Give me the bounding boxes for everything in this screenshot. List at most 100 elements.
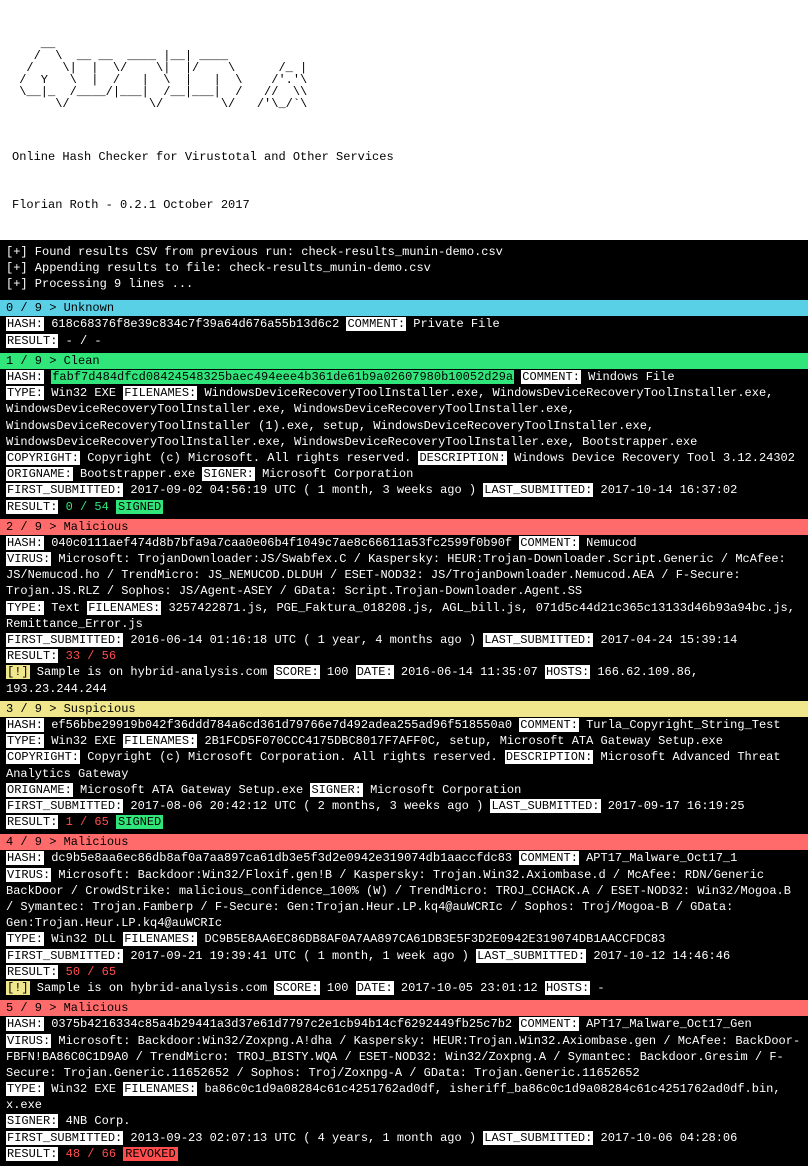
comment-value: Windows File <box>588 370 674 384</box>
run-line: [+] Appending results to file: check-res… <box>6 260 802 276</box>
field-label: SCORE: <box>274 981 319 995</box>
entry-header: 1 / 9 > Clean <box>0 353 808 369</box>
revoked-tag: REVOKED <box>123 1147 177 1161</box>
run-line: [+] Processing 9 lines ... <box>6 276 802 292</box>
last-submitted-value: 2017-10-06 04:28:06 <box>601 1131 738 1145</box>
copyright-value: Copyright (c) Microsoft Corporation. All… <box>87 750 497 764</box>
field-label: ORIGNAME: <box>6 467 73 481</box>
banner-subtitle: Online Hash Checker for Virustotal and O… <box>12 149 796 165</box>
first-submitted-value: 2016-06-14 01:16:18 UTC ( 1 year, 4 mont… <box>130 633 476 647</box>
field-label: LAST_SUBMITTED: <box>483 483 593 497</box>
field-label: FILENAMES: <box>123 386 197 400</box>
result-value: 48 / 66 <box>66 1147 116 1161</box>
banner: __ / \ __ __ ____ |__| ____ / \| | \/ \|… <box>0 0 808 240</box>
virus-value: Microsoft: TrojanDownloader:JS/Swabfex.C… <box>6 552 793 598</box>
entry-header: 3 / 9 > Suspicious <box>0 701 808 717</box>
signer-value: Microsoft Corporation <box>262 467 413 481</box>
entry-block: HASH: dc9b5e8aa6ec86db8af0a7aa897ca61db3… <box>0 850 808 1000</box>
field-label: HASH: <box>6 317 44 331</box>
hash-value: dc9b5e8aa6ec86db8af0a7aa897ca61db3e5f3d2… <box>51 851 512 865</box>
date-value: 2017-10-05 23:01:12 <box>401 981 538 995</box>
field-label: FIRST_SUBMITTED: <box>6 949 123 963</box>
field-label: FIRST_SUBMITTED: <box>6 799 123 813</box>
run-lines: [+] Found results CSV from previous run:… <box>0 240 808 301</box>
field-label: HASH: <box>6 536 44 550</box>
virus-value: Microsoft: Backdoor:Win32/Zoxpng.A!dha /… <box>6 1034 800 1080</box>
result-value: 1 / 65 <box>66 815 109 829</box>
entry-header: 0 / 9 > Unknown <box>0 300 808 316</box>
hash-value: 0375b4216334c85a4b29441a3d37e61d7797c2e1… <box>51 1017 512 1031</box>
date-value: 2016-06-14 11:35:07 <box>401 665 538 679</box>
field-label: HASH: <box>6 370 44 384</box>
field-label: COMMENT: <box>519 718 579 732</box>
signer-value: 4NB Corp. <box>66 1114 131 1128</box>
field-label: RESULT: <box>6 1147 58 1161</box>
first-submitted-value: 2017-09-02 04:56:19 UTC ( 1 month, 3 wee… <box>130 483 476 497</box>
comment-value: Turla_Copyright_String_Test <box>586 718 780 732</box>
field-label: RESULT: <box>6 965 58 979</box>
field-label: TYPE: <box>6 601 44 615</box>
field-label: FIRST_SUBMITTED: <box>6 1131 123 1145</box>
result-value: 0 / 54 <box>66 500 109 514</box>
field-label: LAST_SUBMITTED: <box>490 799 600 813</box>
field-label: DESCRIPTION: <box>505 750 593 764</box>
field-label: HOSTS: <box>545 981 590 995</box>
field-label: LAST_SUBMITTED: <box>476 949 586 963</box>
signed-tag: SIGNED <box>116 500 163 514</box>
field-label: COMMENT: <box>519 1017 579 1031</box>
type-value: Win32 EXE <box>51 386 116 400</box>
description-value: Windows Device Recovery Tool 3.12.24302 <box>514 451 795 465</box>
field-label: ORIGNAME: <box>6 783 73 797</box>
field-label: VIRUS: <box>6 868 51 882</box>
comment-value: APT17_Malware_Oct17_1 <box>586 851 737 865</box>
terminal-output: [+] Found results CSV from previous run:… <box>0 240 808 1166</box>
entry-block: HASH: ef56bbe29919b042f36ddd784a6cd361d7… <box>0 717 808 834</box>
field-label: COPYRIGHT: <box>6 750 80 764</box>
filenames-value: DC9B5E8AA6EC86DB8AF0A7AA897CA61DB3E5F3D2… <box>204 932 665 946</box>
bang-icon: [!] <box>6 665 30 679</box>
virus-value: Microsoft: Backdoor:Win32/Floxif.gen!B /… <box>6 868 798 931</box>
ascii-art: __ / \ __ __ ____ |__| ____ / \| | \/ \|… <box>12 38 796 110</box>
entry-block: HASH: fabf7d484dfcd08424548325baec494eee… <box>0 369 808 519</box>
origname-value: Microsoft ATA Gateway Setup.exe <box>80 783 303 797</box>
result-value: 50 / 65 <box>66 965 116 979</box>
copyright-value: Copyright (c) Microsoft. All rights rese… <box>87 451 411 465</box>
field-label: HASH: <box>6 718 44 732</box>
filenames-value: 2B1FCD5F070CCC4175DBC8017F7AFF0C, setup,… <box>204 734 722 748</box>
score-value: 100 <box>327 665 349 679</box>
hash-value: 040c0111aef474d8b7bfa9a7caa0e06b4f1049c7… <box>51 536 512 550</box>
field-label: VIRUS: <box>6 1034 51 1048</box>
field-label: COPYRIGHT: <box>6 451 80 465</box>
field-label: DESCRIPTION: <box>418 451 506 465</box>
field-label: SIGNER: <box>310 783 362 797</box>
field-label: SCORE: <box>274 665 319 679</box>
entries-container: 0 / 9 > UnknownHASH: 618c68376f8e39c834c… <box>0 300 808 1166</box>
first-submitted-value: 2017-08-06 20:42:12 UTC ( 2 months, 3 we… <box>130 799 483 813</box>
hash-value: 618c68376f8e39c834c7f39a64d676a55b13d6c2 <box>51 317 339 331</box>
entry-header: 4 / 9 > Malicious <box>0 834 808 850</box>
hosts-value: - <box>597 981 604 995</box>
field-label: FILENAMES: <box>123 1082 197 1096</box>
field-label: LAST_SUBMITTED: <box>483 633 593 647</box>
field-label: TYPE: <box>6 932 44 946</box>
comment-value: APT17_Malware_Oct17_Gen <box>586 1017 752 1031</box>
hybrid-text: Sample is on hybrid-analysis.com <box>30 665 275 679</box>
field-label: HASH: <box>6 1017 44 1031</box>
origname-value: Bootstrapper.exe <box>80 467 195 481</box>
entry-header: 2 / 9 > Malicious <box>0 519 808 535</box>
run-line: [+] Found results CSV from previous run:… <box>6 244 802 260</box>
field-label: DATE: <box>356 665 394 679</box>
field-label: RESULT: <box>6 815 58 829</box>
field-label: FILENAMES: <box>123 734 197 748</box>
type-value: Win32 DLL <box>51 932 116 946</box>
signed-tag: SIGNED <box>116 815 163 829</box>
last-submitted-value: 2017-09-17 16:19:25 <box>608 799 745 813</box>
field-label: FIRST_SUBMITTED: <box>6 483 123 497</box>
result-value: 33 / 56 <box>66 649 116 663</box>
field-label: COMMENT: <box>519 536 579 550</box>
result-value: - / - <box>66 334 102 348</box>
field-label: COMMENT: <box>519 851 579 865</box>
field-label: HOSTS: <box>545 665 590 679</box>
type-value: Win32 EXE <box>51 734 116 748</box>
score-value: 100 <box>327 981 349 995</box>
